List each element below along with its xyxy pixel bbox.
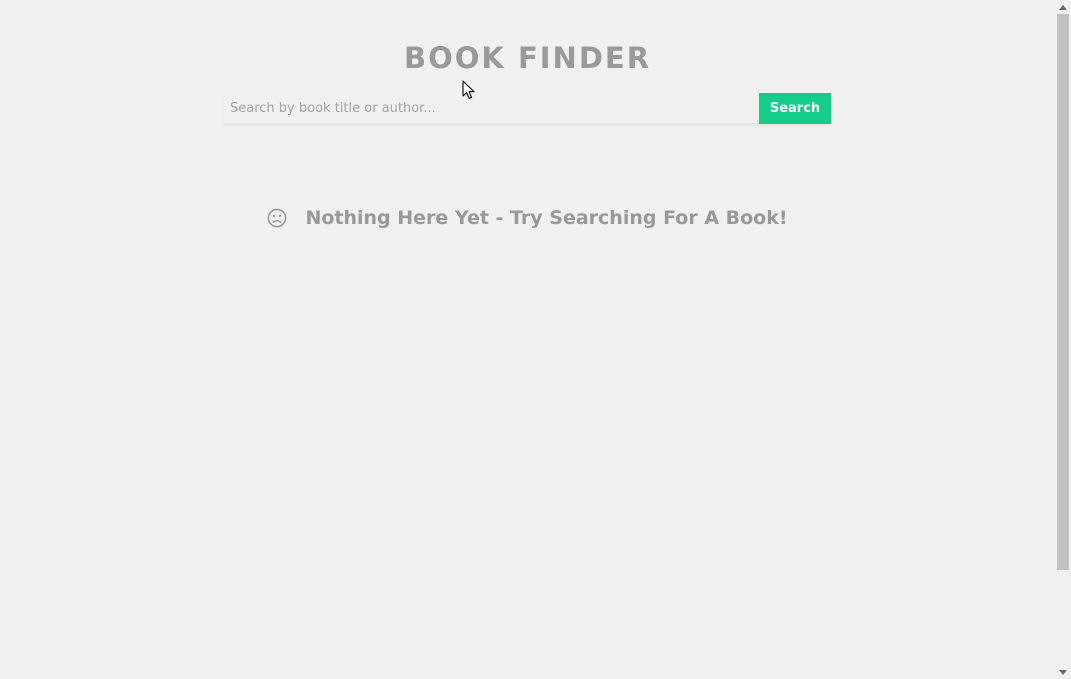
scroll-up-arrow-icon[interactable] (1055, 0, 1071, 14)
empty-state-message: Nothing Here Yet - Try Searching For A B… (305, 207, 788, 229)
search-bar: Search (224, 93, 831, 124)
sad-face-icon (268, 208, 287, 228)
scroll-down-arrow-icon[interactable] (1055, 665, 1071, 679)
search-button[interactable]: Search (759, 93, 831, 124)
page: BOOK FINDER Search Nothing Here Yet - Tr… (0, 0, 1071, 679)
mouse-pointer-icon (462, 80, 475, 99)
page-title: BOOK FINDER (403, 41, 652, 75)
empty-state: Nothing Here Yet - Try Searching For A B… (0, 204, 1055, 232)
search-input[interactable] (224, 93, 759, 124)
vertical-scrollbar[interactable] (1055, 0, 1071, 679)
scrollbar-thumb[interactable] (1057, 14, 1069, 570)
